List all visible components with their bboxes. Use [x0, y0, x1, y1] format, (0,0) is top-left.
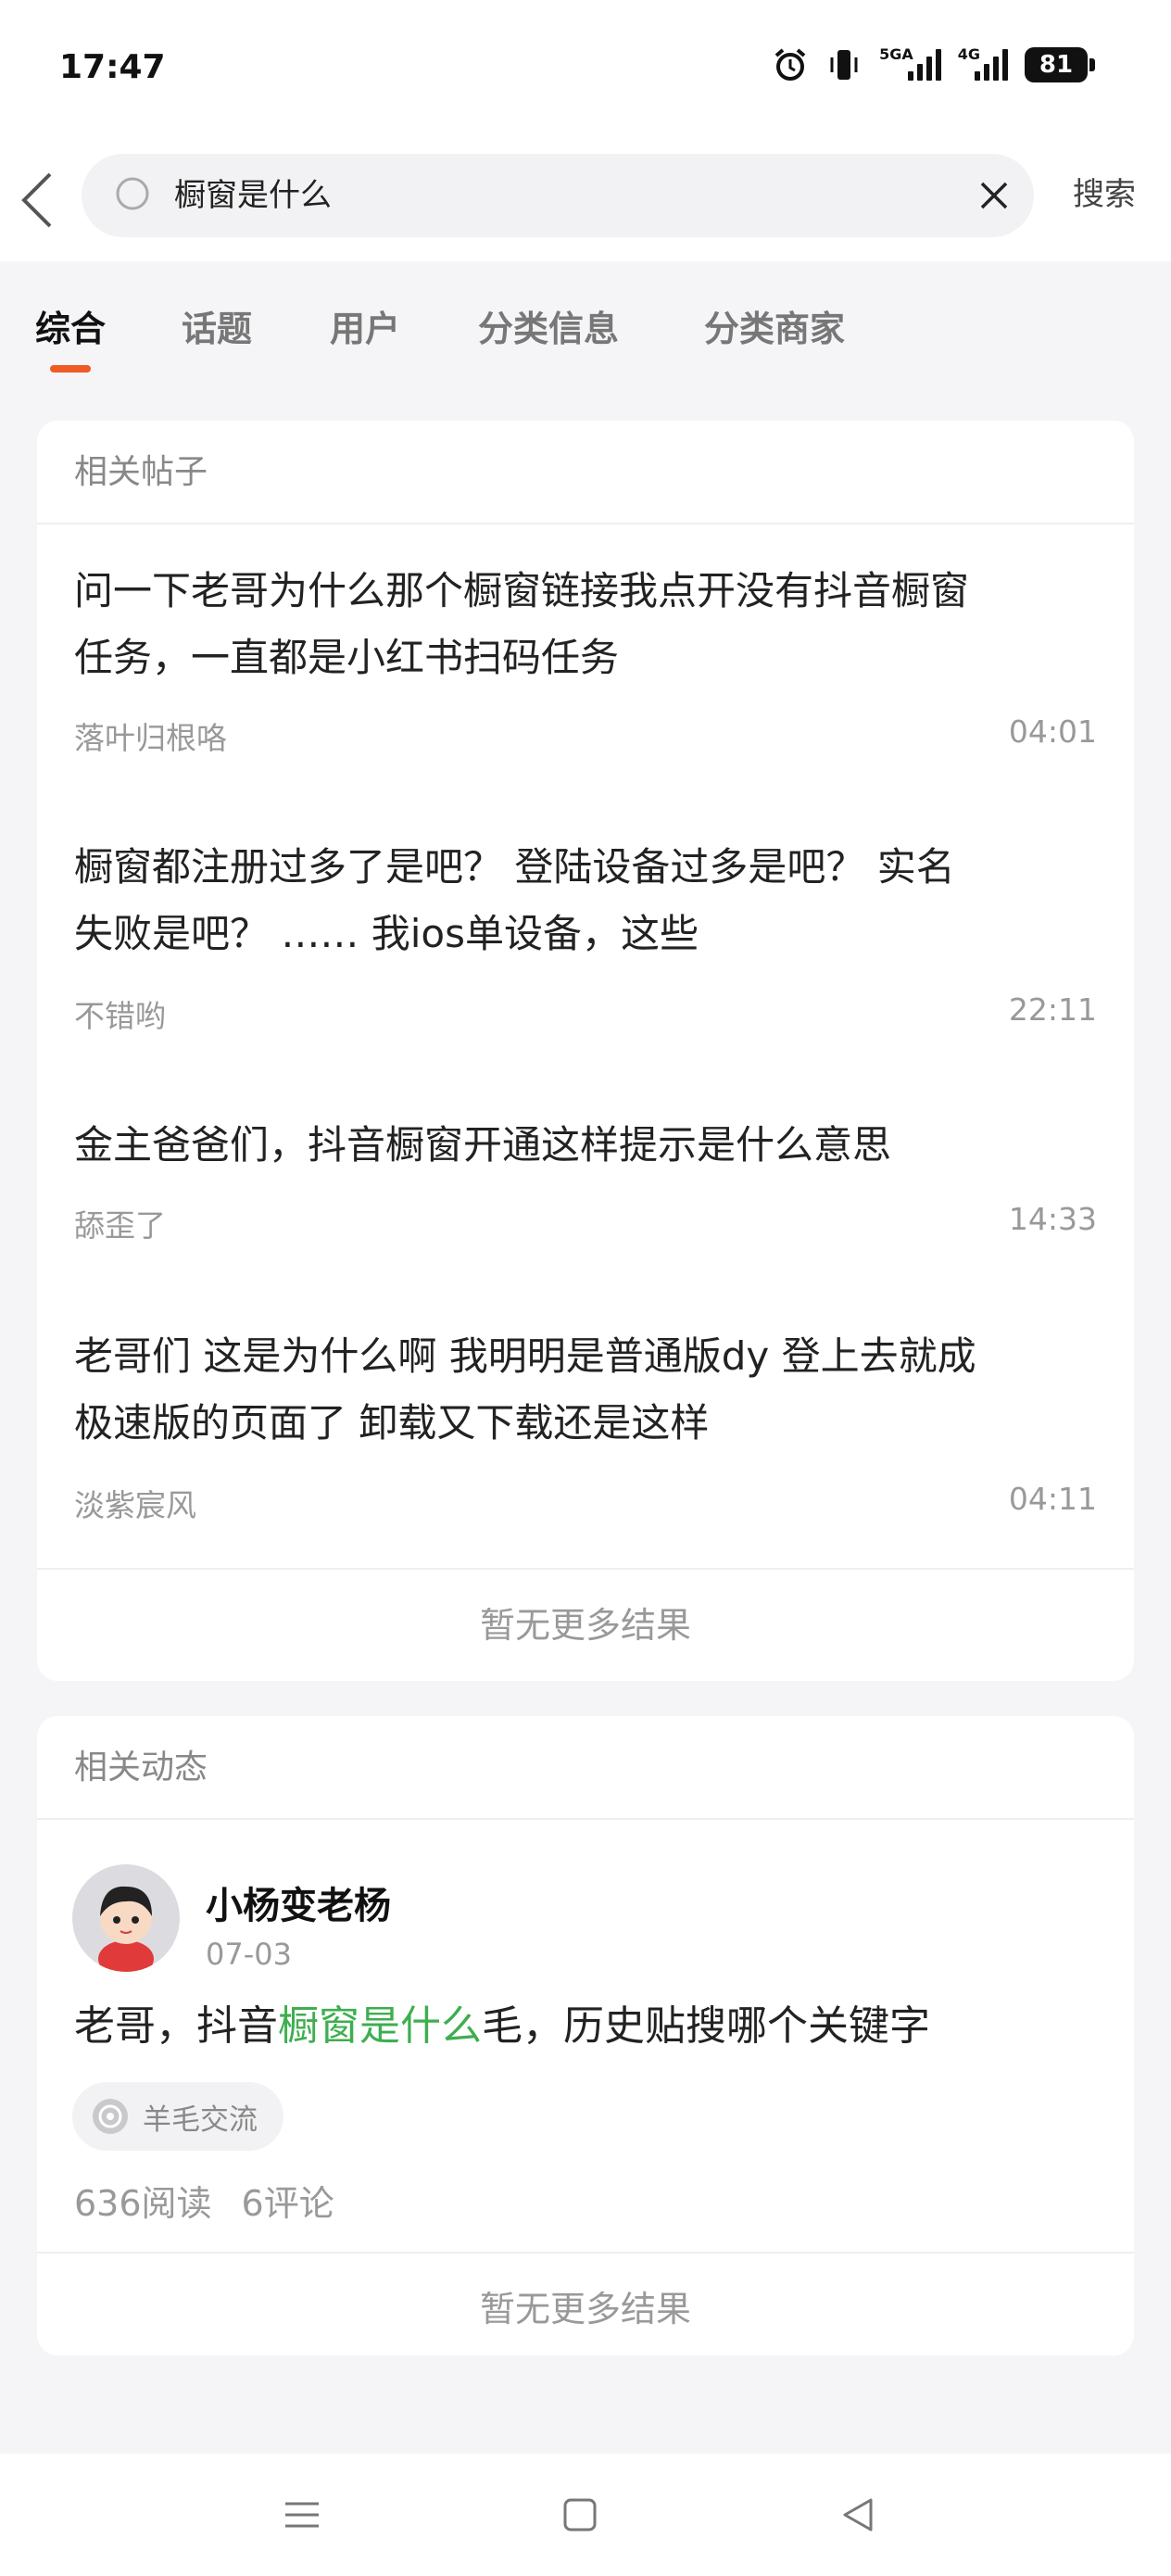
- post-date: 07-03: [206, 1937, 292, 1972]
- post-author: 舔歪了: [74, 1207, 166, 1244]
- topic-tag-icon: [93, 2099, 128, 2134]
- no-more-results: 暂无更多结果: [37, 1568, 1134, 1679]
- vibrate-icon: [825, 46, 863, 83]
- related-posts-card: 相关帖子 问一下老哥为什么那个橱窗链接我点开没有抖音橱窗 任务，一直都是小红书扫…: [37, 421, 1134, 1681]
- post-item[interactable]: 老哥们 这是为什么啊 我明明是普通版dy 登上去就成 极速版的页面了 卸载又下载…: [74, 1323, 1097, 1523]
- search-icon: [116, 177, 149, 210]
- search-bar: 橱窗是什么 搜索: [0, 139, 1171, 261]
- no-more-results: 暂无更多结果: [37, 2252, 1134, 2355]
- text-before: 老哥，抖音: [74, 2002, 278, 2050]
- home-icon[interactable]: [556, 2491, 604, 2539]
- post-title-line: 橱窗都注册过多了是吧？ 登陆设备过多是吧？ 实名: [74, 844, 955, 890]
- related-dynamics-header: 相关动态: [37, 1716, 1134, 1820]
- tab-general[interactable]: 综合: [35, 300, 106, 351]
- post-time: 22:11: [1008, 991, 1097, 1028]
- status-time: 17:47: [59, 48, 166, 86]
- tab-bar: 综合 话题 用户 分类信息 分类商家: [0, 261, 1171, 391]
- post-time: 04:11: [1008, 1481, 1097, 1517]
- network-4g-label: 4G: [957, 44, 980, 63]
- alarm-icon: [772, 46, 809, 83]
- topic-tag[interactable]: 羊毛交流: [72, 2082, 283, 2151]
- post-item[interactable]: 橱窗都注册过多了是吧？ 登陆设备过多是吧？ 实名 失败是吧？ …… 我ios单设…: [74, 834, 1097, 1034]
- back-button[interactable]: [17, 167, 61, 234]
- comment-count[interactable]: 6评论: [242, 2183, 334, 2224]
- post-time: 04:01: [1008, 713, 1097, 750]
- status-bar: 17:47 5GA 4G 81: [0, 0, 1171, 139]
- search-button[interactable]: 搜索: [1073, 169, 1136, 214]
- tab-classified-merchants[interactable]: 分类商家: [704, 300, 845, 351]
- highlighted-keyword: 橱窗是什么: [278, 2002, 482, 2050]
- post-title-line: 金主爸爸们，抖音橱窗开通这样提示是什么意思: [74, 1122, 892, 1168]
- post-title-line: 失败是吧？ …… 我ios单设备，这些: [74, 911, 699, 956]
- network-5ga-label: 5GA: [879, 44, 913, 63]
- dynamic-text[interactable]: 老哥，抖音橱窗是什么毛，历史贴搜哪个关键字: [74, 1994, 930, 2059]
- post-stats: 636阅读 6评论: [74, 2175, 364, 2226]
- tab-classified-info[interactable]: 分类信息: [478, 300, 619, 351]
- post-author: 淡紫宸风: [74, 1487, 196, 1523]
- battery-icon: 81: [1025, 47, 1095, 82]
- chevron-left-icon: [21, 172, 52, 228]
- post-title-line: 极速版的页面了 卸载又下载还是这样: [74, 1400, 710, 1446]
- post-title-line: 老哥们 这是为什么啊 我明明是普通版dy 登上去就成: [74, 1333, 976, 1379]
- tab-topics[interactable]: 话题: [182, 300, 252, 351]
- post-title-line: 任务，一直都是小红书扫码任务: [74, 635, 620, 680]
- signal-5g-icon: 5GA: [879, 45, 941, 81]
- post-item[interactable]: 问一下老哥为什么那个橱窗链接我点开没有抖音橱窗 任务，一直都是小红书扫码任务 落…: [74, 558, 1097, 756]
- status-icons: 5GA 4G 81: [772, 45, 1095, 83]
- search-field[interactable]: 橱窗是什么: [82, 154, 1034, 237]
- topic-tag-label: 羊毛交流: [143, 2102, 258, 2137]
- avatar[interactable]: [72, 1864, 180, 1972]
- post-author: 落叶归根咯: [74, 720, 227, 756]
- back-icon[interactable]: [834, 2491, 882, 2539]
- read-count: 636阅读: [74, 2183, 212, 2224]
- menu-icon[interactable]: [278, 2491, 326, 2539]
- post-time: 14:33: [1008, 1201, 1097, 1237]
- username[interactable]: 小杨变老杨: [206, 1875, 391, 1929]
- related-posts-header: 相关帖子: [37, 421, 1134, 524]
- active-tab-indicator: [50, 365, 91, 373]
- post-author: 不错哟: [74, 998, 166, 1034]
- search-input[interactable]: 橱窗是什么: [174, 154, 332, 237]
- text-after: 毛，历史贴搜哪个关键字: [482, 2002, 930, 2050]
- post-title-line: 问一下老哥为什么那个橱窗链接我点开没有抖音橱窗: [74, 568, 970, 613]
- system-nav-bar: [0, 2454, 1171, 2576]
- close-icon[interactable]: [975, 176, 1014, 215]
- tab-users[interactable]: 用户: [330, 300, 400, 351]
- post-item[interactable]: 金主爸爸们，抖音橱窗开通这样提示是什么意思 舔歪了 14:33: [74, 1112, 1097, 1244]
- related-dynamics-card: 相关动态 小杨变老杨 07-03 老哥，抖音橱窗是什么毛，历史贴搜哪个关键字 羊…: [37, 1716, 1134, 2355]
- signal-4g-icon: 4G: [958, 45, 1008, 81]
